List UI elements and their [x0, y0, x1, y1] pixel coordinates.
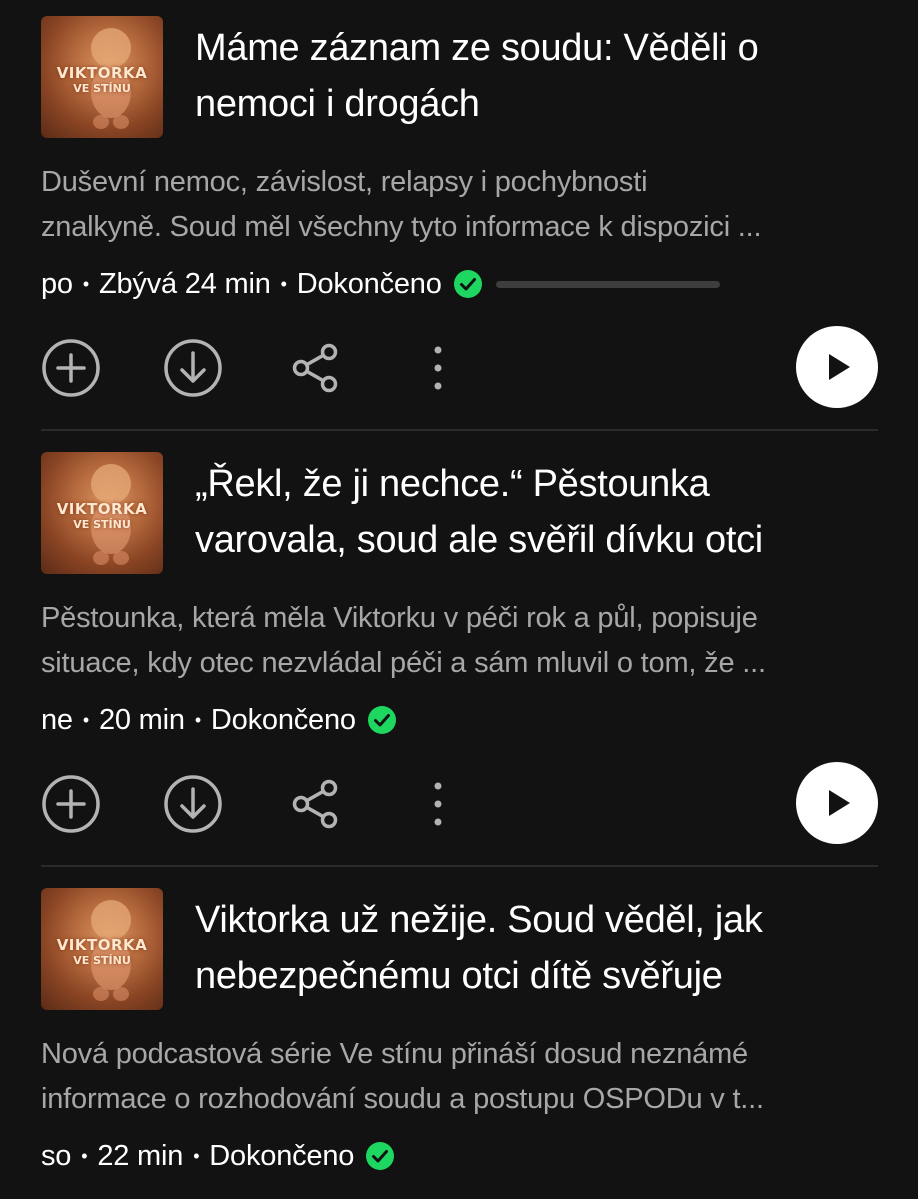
episode-title[interactable]: Viktorka už nežije. Soud věděl, jak nebe… [195, 892, 885, 1004]
episode-day: so [41, 1139, 72, 1172]
separator-dot: • [82, 273, 89, 294]
check-icon [453, 270, 482, 298]
episode-duration: 20 min [98, 703, 185, 736]
more-icon [434, 346, 442, 390]
episode-description: Pěstounka, která měla Viktorku v péči ro… [41, 596, 891, 686]
episode-status: Dokončeno [296, 267, 442, 300]
episode-description-line: znalkyně. Soud měl všechny tyto informac… [41, 211, 762, 243]
share-icon [292, 343, 338, 393]
episode-day: ne [41, 703, 73, 736]
episode-actions [0, 326, 918, 408]
episode-actions [0, 762, 918, 844]
share-button[interactable] [285, 774, 345, 834]
episode-duration: 22 min [97, 1139, 184, 1172]
add-icon [42, 775, 100, 833]
separator-dot: • [193, 1145, 200, 1166]
episode-description-line: situace, kdy otec nezvládal péči a sám m… [41, 647, 766, 679]
cover-title: VIKTORKA [56, 64, 148, 82]
separator-dot: • [81, 1145, 88, 1166]
add-button[interactable] [41, 338, 101, 398]
more-icon [434, 782, 442, 826]
cover-subtitle: VE STÍNU [73, 518, 131, 531]
divider [41, 429, 878, 431]
cover-title: VIKTORKA [56, 936, 148, 954]
progress-bar [495, 280, 720, 288]
episode-title-line: Máme záznam ze soudu: Věděli o [195, 27, 759, 69]
divider [41, 865, 878, 867]
episode-title-line: nemoci i drogách [195, 83, 480, 125]
share-icon [292, 779, 338, 829]
episode-title[interactable]: Máme záznam ze soudu: Věděli o nemoci i … [195, 20, 885, 132]
episode-title[interactable]: „Řekl, že ji nechce.“ Pěstounka varovala… [195, 456, 885, 568]
episode-meta: so • 22 min • Dokončeno [41, 1136, 395, 1176]
separator-dot: • [82, 709, 89, 730]
download-button[interactable] [163, 338, 223, 398]
episode-description-line: informace o rozhodování soudu a postupu … [41, 1083, 764, 1115]
episode-description-line: Nová podcastová série Ve stínu přináší d… [41, 1038, 748, 1070]
check-icon [366, 1142, 395, 1170]
add-icon [42, 339, 100, 397]
episode-cover: VIKTORKA VE STÍNU [41, 888, 163, 1010]
episode-meta: po • Zbývá 24 min • Dokončeno [41, 264, 720, 304]
download-icon [164, 775, 222, 833]
episode-description: Nová podcastová série Ve stínu přináší d… [41, 1032, 891, 1122]
episode-status: Dokončeno [210, 703, 356, 736]
play-icon [829, 354, 850, 380]
episode-cover: VIKTORKA VE STÍNU [41, 452, 163, 574]
episode-description-line: Duševní nemoc, závislost, relapsy i poch… [41, 166, 648, 198]
separator-dot: • [194, 709, 201, 730]
play-button[interactable] [796, 326, 878, 408]
episode-status: Dokončeno [209, 1139, 355, 1172]
play-button[interactable] [796, 762, 878, 844]
episode-day: po [41, 267, 73, 300]
download-icon [164, 339, 222, 397]
episode-description-line: Pěstounka, která měla Viktorku v péči ro… [41, 602, 758, 634]
share-button[interactable] [285, 338, 345, 398]
episode-title-line: nebezpečnému otci dítě svěřuje [195, 955, 723, 997]
cover-title: VIKTORKA [56, 500, 148, 518]
cover-subtitle: VE STÍNU [73, 954, 131, 967]
episode-title-line: „Řekl, že ji nechce.“ Pěstounka [195, 463, 710, 505]
episode-title-line: varovala, soud ale svěřil dívku otci [195, 519, 763, 561]
cover-subtitle: VE STÍNU [73, 82, 131, 95]
episode-cover: VIKTORKA VE STÍNU [41, 16, 163, 138]
separator-dot: • [280, 273, 287, 294]
episode-duration: Zbývá 24 min [98, 267, 271, 300]
play-icon [829, 790, 850, 816]
more-options-button[interactable] [408, 774, 468, 834]
episode-meta: ne • 20 min • Dokončeno [41, 700, 396, 740]
episode-title-line: Viktorka už nežije. Soud věděl, jak [195, 899, 763, 941]
episode-description: Duševní nemoc, závislost, relapsy i poch… [41, 160, 891, 250]
download-button[interactable] [163, 774, 223, 834]
add-button[interactable] [41, 774, 101, 834]
more-options-button[interactable] [408, 338, 468, 398]
check-icon [367, 706, 396, 734]
